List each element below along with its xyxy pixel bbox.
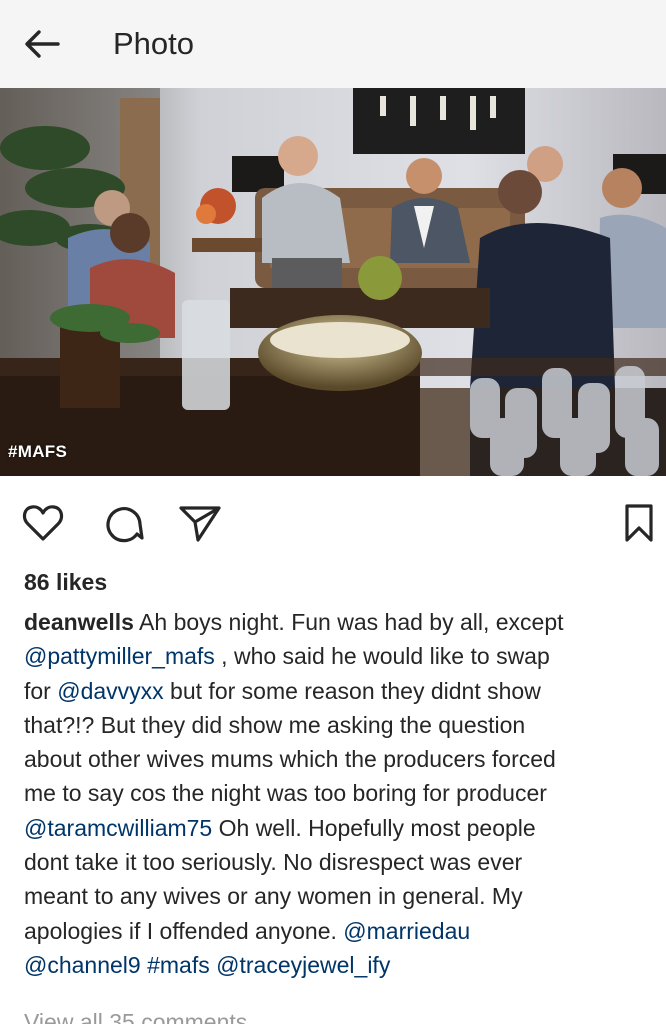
- mention-link[interactable]: @taramcwilliam75: [24, 815, 212, 841]
- mention-link[interactable]: @pattymiller_mafs: [24, 643, 215, 669]
- post-actions: [0, 492, 666, 552]
- hashtag-link[interactable]: #mafs: [147, 952, 210, 978]
- caption-line: @channel9 #mafs @traceyjewel_ify: [24, 948, 664, 982]
- photo-scene-image: [0, 88, 666, 476]
- caption-text: but for some reason they didnt show: [163, 677, 541, 704]
- mention-link[interactable]: @traceyjewel_ify: [216, 952, 390, 978]
- caption-line: for @davvyxx but for some reason they di…: [24, 674, 664, 708]
- caption-text: Oh well. Hopefully most people: [212, 814, 536, 841]
- caption-line: about other wives mums which the produce…: [24, 742, 664, 776]
- caption-line: apologies if I offended anyone. @married…: [24, 914, 664, 948]
- post-photo[interactable]: #MAFS: [0, 88, 666, 476]
- back-arrow-icon[interactable]: [22, 24, 62, 64]
- mention-link[interactable]: @channel9: [24, 952, 141, 978]
- top-bar: Photo: [0, 0, 666, 88]
- page-title: Photo: [113, 26, 195, 61]
- caption-text: dont take it too seriously. No disrespec…: [24, 849, 523, 876]
- caption-text: apologies if I offended anyone.: [24, 917, 344, 944]
- bookmark-icon[interactable]: [616, 500, 662, 546]
- caption-line: deanwells Ah boys night. Fun was had by …: [24, 605, 664, 639]
- caption-line: that?!? But they did show me asking the …: [24, 708, 664, 742]
- comment-bubble-icon[interactable]: [100, 500, 146, 546]
- view-all-comments-link[interactable]: View all 35 comments: [24, 1006, 247, 1024]
- mention-link[interactable]: @marriedau: [343, 918, 470, 944]
- caption-text: , who said he would like to swap: [214, 643, 550, 670]
- caption-text: about other wives mums which the produce…: [24, 746, 556, 773]
- caption-line: @pattymiller_mafs , who said he would li…: [24, 639, 664, 673]
- caption-text: for: [24, 677, 58, 704]
- caption-username[interactable]: deanwells: [24, 609, 134, 635]
- caption-text: Ah boys night. Fun was had by all, excep…: [133, 609, 564, 635]
- caption-line: dont take it too seriously. No disrespec…: [24, 845, 664, 879]
- heart-icon[interactable]: [20, 500, 66, 546]
- caption-text: that?!? But they did show me asking the …: [24, 711, 526, 738]
- photo-hashtag-overlay: #MAFS: [8, 442, 68, 461]
- caption-line: me to say cos the night was too boring f…: [24, 776, 664, 810]
- caption-text: meant to any wives or any women in gener…: [24, 883, 523, 910]
- mention-link[interactable]: @davvyxx: [57, 678, 163, 704]
- post-caption: deanwells Ah boys night. Fun was had by …: [24, 605, 664, 982]
- likes-count[interactable]: 86 likes: [24, 566, 107, 598]
- paper-plane-icon[interactable]: [176, 500, 222, 546]
- caption-line: @taramcwilliam75 Oh well. Hopefully most…: [24, 811, 664, 845]
- caption-text: me to say cos the night was too boring f…: [24, 780, 547, 807]
- caption-line: meant to any wives or any women in gener…: [24, 879, 664, 913]
